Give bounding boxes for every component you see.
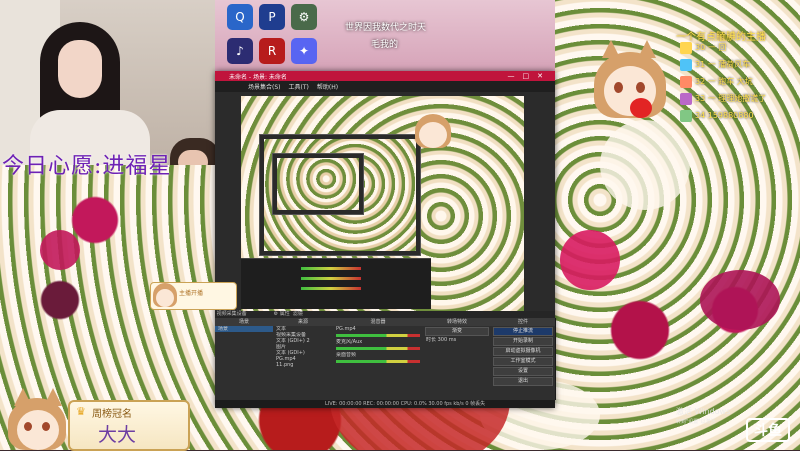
- chat-message: 33 一 理理她撒谎了: [680, 91, 800, 106]
- mixer-track: 桌面音频: [336, 352, 357, 358]
- scene-item[interactable]: 场景: [215, 326, 273, 332]
- obs-window-title: 未命名 - 场景: 未命名: [229, 73, 287, 81]
- desktop-icon-settings[interactable]: ⚙: [291, 4, 317, 30]
- obs-preview[interactable]: [241, 96, 524, 318]
- desktop-icon-discord[interactable]: ✦: [291, 38, 317, 64]
- apple-icon: [630, 98, 652, 118]
- controls-dock: 控件 停止推流 开始录制 启动虚拟摄像机 工作室模式 设置 退出: [491, 318, 556, 400]
- sources-dock: 来源 文本 视频采集设备 文本 (GDI+) 2 图片 文本 (GDI+) PG…: [273, 318, 334, 400]
- source-toolbar: 视频采集设备 ⚙ 属性 滤镜: [215, 311, 555, 318]
- virtual-camera-button[interactable]: 启动虚拟摄像机: [493, 347, 553, 356]
- preview-badge-text: 主播开播: [179, 290, 204, 297]
- desktop-icon-p[interactable]: P: [259, 4, 285, 30]
- obs-titlebar[interactable]: 未命名 - 场景: 未命名 —□✕: [215, 71, 555, 81]
- studio-mode-button[interactable]: 工作室模式: [493, 357, 553, 366]
- obs-docks: 视频采集设备 ⚙ 属性 滤镜 场景 场景 来源 文本 视频采集设备 文本 (GD…: [215, 311, 556, 408]
- settings-button[interactable]: 设置: [493, 367, 553, 376]
- nested-preview-1: [259, 134, 421, 256]
- exit-button[interactable]: 退出: [493, 377, 553, 386]
- desktop-icon-music[interactable]: ♪: [227, 38, 253, 64]
- transitions-dock: 转场特效 渐变 时长 300 ms: [423, 318, 492, 400]
- scenes-dock: 场景 场景: [215, 318, 274, 400]
- obs-statusbar: LIVE: 00:00:00 REC: 00:00:00 CPU: 0.0% 3…: [215, 400, 555, 408]
- source-toolbar-label: 视频采集设备: [216, 311, 247, 317]
- windows-activation: 激活 Windows 转到"设置"以激活: [676, 407, 731, 425]
- rank-name: 大大: [98, 424, 137, 446]
- preview-mascot: [413, 114, 453, 154]
- chat-message: 30 一 回: [680, 40, 800, 55]
- chat-message: 32 一 跑车 大坑: [680, 74, 800, 89]
- chat-list: 30 一 回 31 一 蒲荷风车 32 一 跑车 大坑 33 一 理理她撒谎了 …: [680, 40, 800, 125]
- rank-title: 周榜冠名: [92, 409, 132, 420]
- desktop-title: 世界因我数代之时天: [345, 23, 427, 33]
- nested-mixer: [241, 258, 431, 309]
- streamer-webcam: [0, 0, 215, 165]
- duration-label: 时长: [426, 337, 437, 343]
- wish-marquee: 今日心愿:进福星: [2, 154, 172, 179]
- desktop-icon-qq[interactable]: Q: [227, 4, 253, 30]
- chat-message: 34 159880880: [680, 108, 800, 123]
- weekly-rank-badge: ♛ 周榜冠名 大大: [68, 400, 190, 451]
- rank-mascot: [6, 388, 70, 450]
- mixer-track: PG.mp4: [336, 326, 356, 332]
- desktop-subtitle: 毛我的: [371, 40, 399, 50]
- menu-help[interactable]: 帮助(H): [317, 82, 338, 91]
- menu-tools[interactable]: 工具(T): [289, 82, 309, 91]
- menu-scene-collection[interactable]: 场景集合(S): [248, 82, 281, 91]
- obs-menubar: 场景集合(S) 工具(T) 帮助(H): [215, 81, 555, 92]
- obs-window[interactable]: 未命名 - 场景: 未命名 —□✕ 场景集合(S) 工具(T) 帮助(H) 视频…: [215, 71, 556, 408]
- stop-streaming-button[interactable]: 停止推流: [493, 327, 553, 336]
- douyu-logo: 斗鱼: [746, 418, 790, 442]
- nested-preview-2: [272, 153, 364, 215]
- preview-badge: 主播开播: [150, 282, 237, 310]
- mixer-track: 麦克风/Aux: [336, 339, 363, 345]
- properties-tab[interactable]: 属性: [280, 311, 290, 317]
- desktop-icon-rockstar[interactable]: R: [259, 38, 285, 64]
- crown-icon: ♛: [76, 405, 86, 418]
- source-item[interactable]: 11.png: [273, 362, 333, 368]
- mixer-dock: 混音器 PG.mp4 麦克风/Aux 桌面音频: [333, 318, 424, 400]
- filters-tab[interactable]: 滤镜: [293, 311, 303, 317]
- desktop-area: Q P ⚙ ♪ R ✦ 世界因我数代之时天 毛我的: [215, 0, 555, 72]
- chat-mascot: [590, 40, 670, 120]
- duration-value[interactable]: 300 ms: [438, 337, 457, 343]
- chat-message: 31 一 蒲荷风车: [680, 57, 800, 72]
- transition-select[interactable]: 渐变: [425, 327, 489, 336]
- window-controls[interactable]: —□✕: [508, 71, 551, 81]
- start-recording-button[interactable]: 开始录制: [493, 337, 553, 346]
